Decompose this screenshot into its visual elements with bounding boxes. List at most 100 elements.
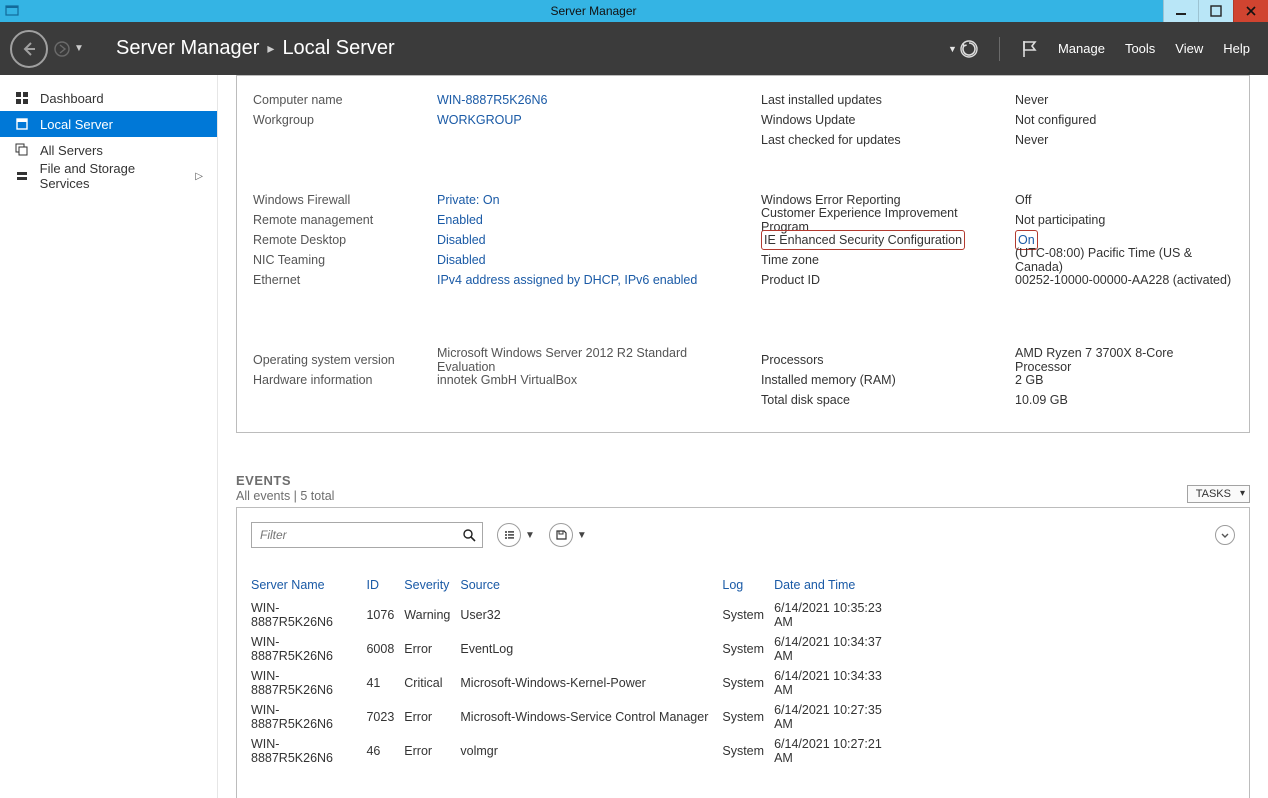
cell-source: User32 xyxy=(460,598,722,632)
cell-server: WIN-8887R5K26N6 xyxy=(251,598,366,632)
maximize-button[interactable] xyxy=(1198,0,1233,22)
cell-source: volmgr xyxy=(460,734,722,768)
chevron-down-icon[interactable]: ▼ xyxy=(577,530,587,541)
property-label: Customer Experience Improvement Program xyxy=(761,210,1001,230)
events-panel: ▼ ▼ Server Name ID Severity xyxy=(236,507,1250,798)
property-value[interactable]: Disabled xyxy=(437,230,747,250)
separator xyxy=(999,37,1000,61)
cell-source: Microsoft-Windows-Service Control Manage… xyxy=(460,700,722,734)
property-value[interactable]: Disabled xyxy=(437,250,747,270)
cell-server: WIN-8887R5K26N6 xyxy=(251,700,366,734)
view-options-button[interactable] xyxy=(497,523,521,547)
property-label: Ethernet xyxy=(253,270,423,290)
col-server[interactable]: Server Name xyxy=(251,574,366,598)
tasks-dropdown[interactable]: TASKS xyxy=(1187,485,1250,503)
sidebar: Dashboard Local Server All Servers File … xyxy=(0,75,218,798)
notifications-flag-icon[interactable] xyxy=(1020,39,1038,59)
cell-log: System xyxy=(722,700,774,734)
col-date[interactable]: Date and Time xyxy=(774,574,900,598)
server-icon xyxy=(14,116,30,132)
property-label: Computer name xyxy=(253,90,423,110)
property-label: Product ID xyxy=(761,270,1001,290)
refresh-dropdown[interactable]: ▼ xyxy=(948,39,979,59)
property-value: AMD Ryzen 7 3700X 8-Core Processor xyxy=(1015,350,1233,370)
property-value[interactable]: Never xyxy=(1015,90,1233,110)
table-row[interactable]: WIN-8887R5K26N66008ErrorEventLogSystem6/… xyxy=(251,632,1235,666)
menu-manage[interactable]: Manage xyxy=(1058,41,1105,56)
property-label xyxy=(253,390,423,410)
property-value: 10.09 GB xyxy=(1015,390,1233,410)
property-value[interactable]: (UTC-08:00) Pacific Time (US & Canada) xyxy=(1015,250,1233,270)
property-value: Microsoft Windows Server 2012 R2 Standar… xyxy=(437,350,747,370)
cell-date: 6/14/2021 10:34:33 AM xyxy=(774,666,900,700)
property-value xyxy=(437,390,747,410)
cell-date: 6/14/2021 10:27:21 AM xyxy=(774,734,900,768)
cell-id: 41 xyxy=(366,666,404,700)
dashboard-icon xyxy=(14,90,30,106)
cell-date: 6/14/2021 10:27:35 AM xyxy=(774,700,900,734)
menu-view[interactable]: View xyxy=(1175,41,1203,56)
col-id[interactable]: ID xyxy=(366,574,404,598)
property-value[interactable]: Not participating xyxy=(1015,210,1233,230)
property-label: Last checked for updates xyxy=(761,130,1001,150)
cell-severity: Error xyxy=(404,700,460,734)
table-row[interactable]: WIN-8887R5K26N61076WarningUser32System6/… xyxy=(251,598,1235,632)
nav-history-dropdown[interactable]: ▼ xyxy=(74,43,88,54)
breadcrumb-root[interactable]: Server Manager xyxy=(116,37,259,60)
property-value[interactable]: WIN-8887R5K26N6 xyxy=(437,90,747,110)
back-button[interactable] xyxy=(10,30,48,68)
sidebar-item-file-storage[interactable]: File and Storage Services ▷ xyxy=(0,163,217,189)
property-value[interactable]: WORKGROUP xyxy=(437,110,747,130)
property-label: Last installed updates xyxy=(761,90,1001,110)
property-value[interactable]: Never xyxy=(1015,130,1233,150)
property-value[interactable]: Enabled xyxy=(437,210,747,230)
property-value[interactable]: Private: On xyxy=(437,190,747,210)
sidebar-item-dashboard[interactable]: Dashboard xyxy=(0,85,217,111)
chevron-down-icon[interactable]: ▼ xyxy=(525,530,535,541)
property-label: Windows Update xyxy=(761,110,1001,130)
sidebar-item-label: File and Storage Services xyxy=(40,161,186,191)
property-label: IE Enhanced Security Configuration xyxy=(761,230,1001,250)
filter-input[interactable] xyxy=(258,527,462,543)
filter-box[interactable] xyxy=(251,522,483,548)
minimize-button[interactable] xyxy=(1163,0,1198,22)
cell-log: System xyxy=(722,632,774,666)
events-subtitle: All events | 5 total xyxy=(236,489,334,503)
events-heading: EVENTS xyxy=(236,473,334,488)
property-value[interactable]: 00252-10000-00000-AA228 (activated) xyxy=(1015,270,1233,290)
property-value[interactable]: Off xyxy=(1015,190,1233,210)
menu-help[interactable]: Help xyxy=(1223,41,1250,56)
cell-id: 1076 xyxy=(366,598,404,632)
cell-source: Microsoft-Windows-Kernel-Power xyxy=(460,666,722,700)
property-label: Installed memory (RAM) xyxy=(761,370,1001,390)
col-log[interactable]: Log xyxy=(722,574,774,598)
property-value[interactable]: IPv4 address assigned by DHCP, IPv6 enab… xyxy=(437,270,747,290)
cell-log: System xyxy=(722,598,774,632)
sidebar-item-all-servers[interactable]: All Servers xyxy=(0,137,217,163)
headerbar: ▼ Server Manager ▸ Local Server ▼ Manage… xyxy=(0,22,1268,75)
menu-tools[interactable]: Tools xyxy=(1125,41,1155,56)
cell-log: System xyxy=(722,666,774,700)
close-button[interactable] xyxy=(1233,0,1268,22)
cell-severity: Warning xyxy=(404,598,460,632)
chevron-right-icon: ▷ xyxy=(195,171,203,182)
cell-severity: Error xyxy=(404,632,460,666)
col-severity[interactable]: Severity xyxy=(404,574,460,598)
property-label: Windows Firewall xyxy=(253,190,423,210)
table-row[interactable]: WIN-8887R5K26N646ErrorvolmgrSystem6/14/2… xyxy=(251,734,1235,768)
cell-server: WIN-8887R5K26N6 xyxy=(251,666,366,700)
expand-button[interactable] xyxy=(1215,525,1235,545)
property-label: NIC Teaming xyxy=(253,250,423,270)
table-row[interactable]: WIN-8887R5K26N67023ErrorMicrosoft-Window… xyxy=(251,700,1235,734)
sidebar-item-local-server[interactable]: Local Server xyxy=(0,111,217,137)
forward-button[interactable] xyxy=(52,39,72,59)
save-query-button[interactable] xyxy=(549,523,573,547)
property-value[interactable]: Not configured xyxy=(1015,110,1233,130)
col-source[interactable]: Source xyxy=(460,574,722,598)
properties-panel: Computer nameWorkgroupWindows FirewallRe… xyxy=(236,75,1250,433)
property-label: Processors xyxy=(761,350,1001,370)
cell-source: EventLog xyxy=(460,632,722,666)
table-row[interactable]: WIN-8887R5K26N641CriticalMicrosoft-Windo… xyxy=(251,666,1235,700)
search-icon[interactable] xyxy=(462,528,476,542)
property-label xyxy=(253,130,423,150)
